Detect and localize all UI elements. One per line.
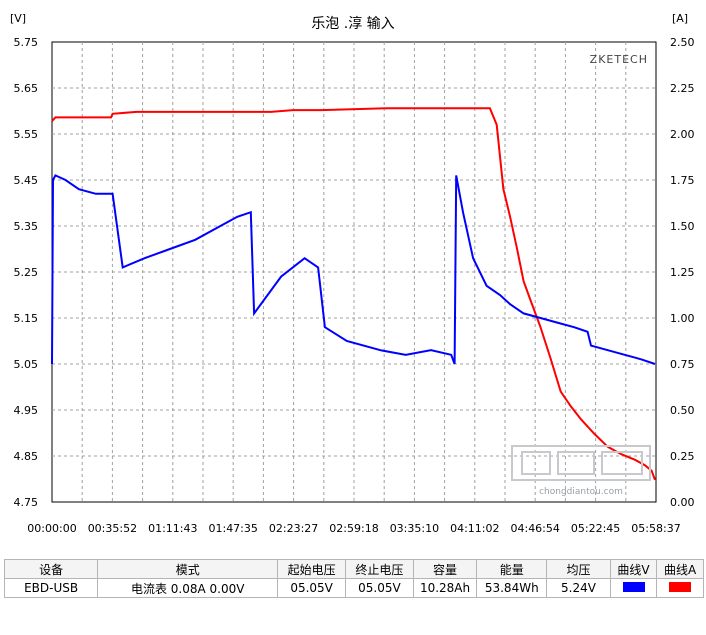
x-tick-label: 00:35:52 [88, 522, 137, 535]
watermark-text: chongdiantou.com [539, 487, 623, 497]
bottom-strip [0, 601, 706, 635]
chart-area: 乐泡 .淳 输入 [V] [A] 5.75 5.65 5.55 5.45 5.35 5.2… [10, 12, 695, 535]
chart-title: 乐泡 .淳 输入 [311, 15, 394, 32]
y-right-tick-label: 2.25 [670, 82, 695, 95]
y-right-tick-label: 1.00 [670, 312, 695, 325]
y-right-tick-label: 0.50 [670, 404, 695, 417]
y-right-tick-label: 1.25 [670, 266, 695, 279]
header-capacity: 容量 [412, 559, 478, 579]
y-left-tick-label: 4.75 [14, 496, 39, 509]
x-tick-label: 01:47:35 [208, 522, 257, 535]
cell-start-voltage: 05.05V [277, 578, 346, 598]
x-tick-label: 05:58:37 [631, 522, 680, 535]
y-right-tick-label: 2.00 [670, 128, 695, 141]
right-axis-unit: [A] [672, 12, 688, 25]
x-tick-label: 05:22:45 [571, 522, 620, 535]
left-axis-unit: [V] [10, 12, 26, 25]
cell-mode: 电流表 0.08A 0.00V [97, 578, 279, 598]
y-right-tick-label: 0.25 [670, 450, 695, 463]
header-energy: 能量 [476, 559, 548, 579]
curve-a-checkbox[interactable] [656, 578, 704, 598]
y-left-tick-label: 4.85 [14, 450, 39, 463]
header-avg-voltage: 均压 [546, 559, 611, 579]
cell-device: EBD-USB [3, 578, 99, 598]
y-left-tick-label: 5.45 [14, 174, 39, 187]
y-right-tick-label: 1.50 [670, 220, 695, 233]
info-table: 设备 模式 起始电压 终止电压 容量 能量 均压 曲线V 曲线A EBD-USB… [3, 559, 704, 598]
y-left-tick-label: 5.25 [14, 266, 39, 279]
header-mode: 模式 [97, 559, 279, 579]
y-right-tick-label: 1.75 [670, 174, 695, 187]
header-curve-v: 曲线V [609, 559, 658, 579]
y-left-tick-label: 5.55 [14, 128, 39, 141]
x-tick-label: 02:59:18 [329, 522, 378, 535]
y-left-tick-label: 5.35 [14, 220, 39, 233]
y-right-tick-label: 2.50 [670, 36, 695, 49]
y-right-tick-label: 0.00 [670, 496, 695, 509]
y-right-tick-label: 0.75 [670, 358, 695, 371]
curve-a-swatch [669, 582, 692, 592]
curve-v-checkbox[interactable] [609, 578, 658, 598]
y-left-tick-label: 4.95 [14, 404, 39, 417]
header-end-voltage: 终止电压 [345, 559, 414, 579]
cell-avg-voltage: 5.24V [546, 578, 611, 598]
x-tick-label: 04:46:54 [510, 522, 559, 535]
brand-label: ZKETECH [590, 53, 648, 66]
y-left-tick-label: 5.65 [14, 82, 39, 95]
table-row: EBD-USB 电流表 0.08A 0.00V 05.05V 05.05V 10… [3, 578, 704, 598]
curve-v-swatch [622, 582, 645, 592]
x-tick-label: 04:11:02 [450, 522, 499, 535]
header-curve-a: 曲线A [656, 559, 704, 579]
y-left-tick-label: 5.05 [14, 358, 39, 371]
header-device: 设备 [3, 559, 99, 579]
y-left-tick-label: 5.75 [14, 36, 39, 49]
y-left-tick-label: 5.15 [14, 312, 39, 325]
x-tick-label: 00:00:00 [27, 522, 76, 535]
x-tick-label: 01:11:43 [148, 522, 197, 535]
cell-energy: 53.84Wh [476, 578, 548, 598]
cell-capacity: 10.28Ah [412, 578, 478, 598]
header-start-voltage: 起始电压 [277, 559, 346, 579]
x-tick-label: 02:23:27 [269, 522, 318, 535]
x-tick-label: 03:35:10 [390, 522, 439, 535]
cell-end-voltage: 05.05V [345, 578, 414, 598]
